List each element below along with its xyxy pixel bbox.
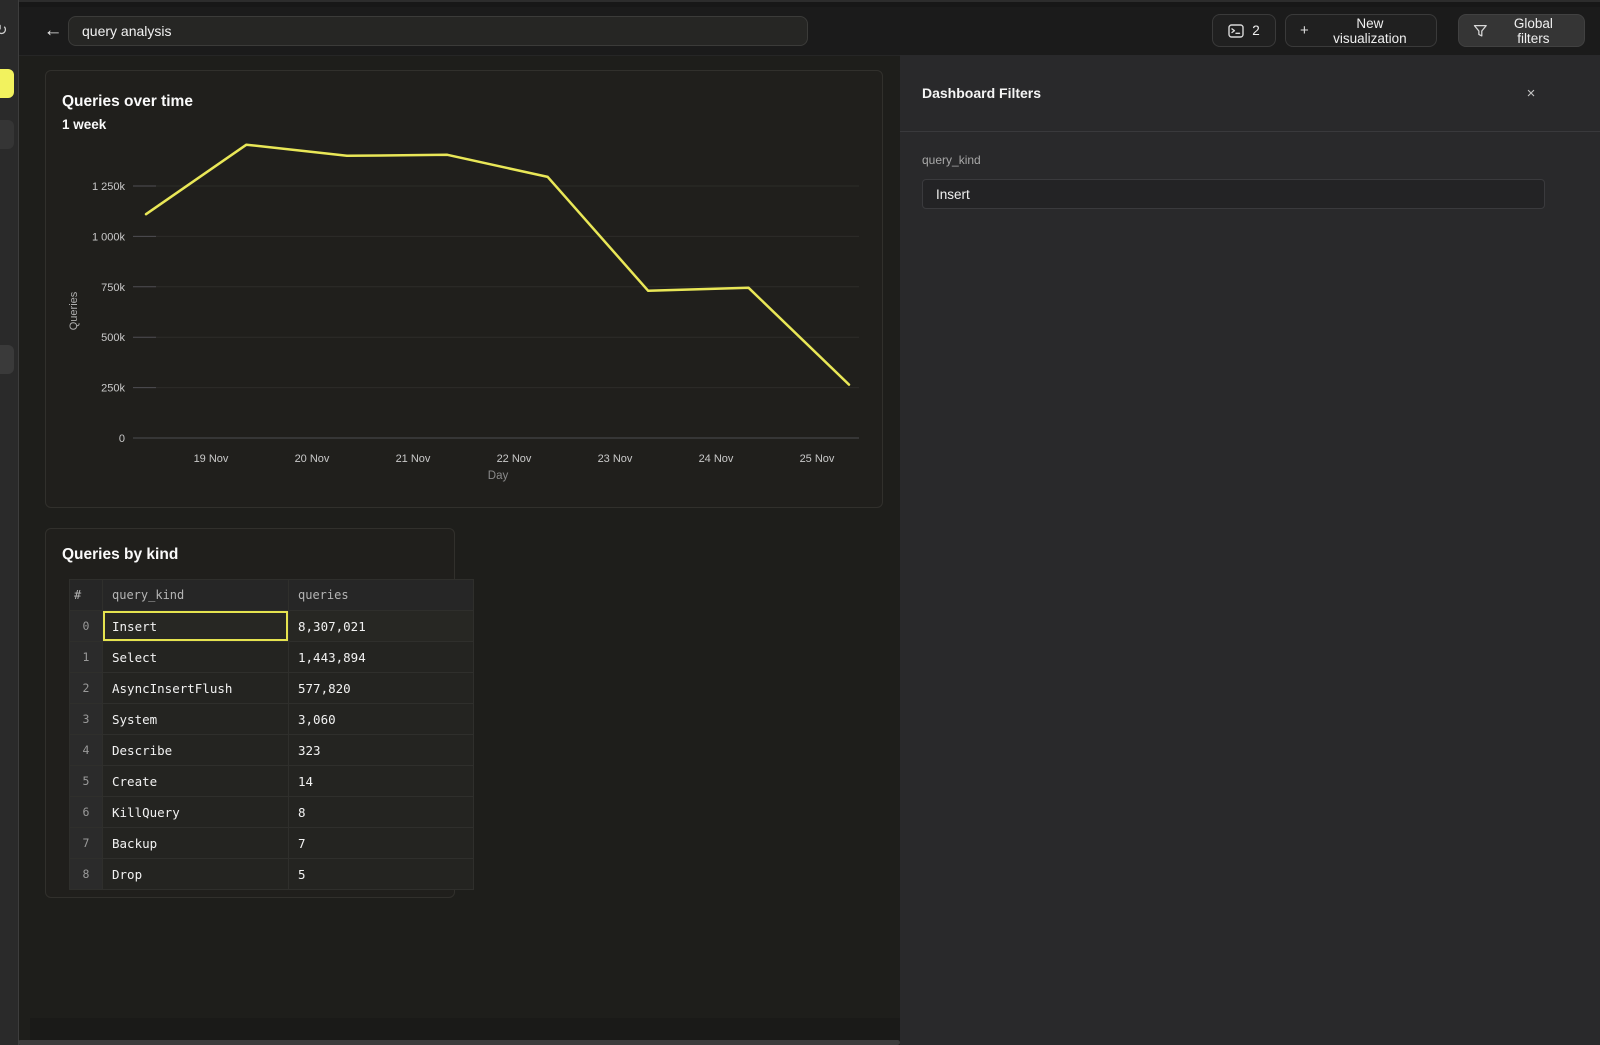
close-icon: × bbox=[1527, 85, 1536, 102]
row-index: 1 bbox=[70, 642, 103, 673]
table-mount: #query_kindqueries0Insert8,307,0211Selec… bbox=[69, 579, 474, 890]
cell-query-kind[interactable]: KillQuery bbox=[103, 797, 289, 828]
table-header-row: #query_kindqueries bbox=[70, 580, 474, 611]
sql-console-count-button[interactable]: 2 bbox=[1212, 14, 1276, 47]
y-axis-tick-label: 500k bbox=[101, 332, 125, 344]
queries-over-time-chart: 0 250k 500k 750k 1 000k 1 250k 19 Nov 20 Nov 21 … bbox=[46, 71, 882, 507]
x-axis-tick-label: 22 Nov bbox=[497, 453, 532, 465]
chart-card-queries-over-time: Queries over time 1 week 0250k500k750k1 … bbox=[45, 70, 883, 508]
y-axis-tick-label: 250k bbox=[101, 383, 125, 395]
table-card-queries-by-kind: Queries by kind #query_kindqueries0Inser… bbox=[45, 528, 455, 898]
table-row: 0Insert8,307,021 bbox=[70, 611, 474, 642]
global-filters-label: Global filters bbox=[1497, 16, 1570, 46]
console-icon bbox=[1228, 24, 1244, 38]
console-count: 2 bbox=[1252, 23, 1260, 38]
x-axis-tick-label: 25 Nov bbox=[800, 453, 835, 465]
cell-queries[interactable]: 7 bbox=[289, 828, 474, 859]
queries-by-kind-table: #query_kindqueries0Insert8,307,0211Selec… bbox=[69, 579, 474, 890]
new-visualization-label: New visualization bbox=[1318, 16, 1422, 46]
cell-query-kind[interactable]: System bbox=[103, 704, 289, 735]
sidebar-item[interactable] bbox=[0, 345, 14, 374]
global-filters-button[interactable]: Global filters bbox=[1458, 14, 1585, 47]
column-header-index: # bbox=[70, 580, 103, 611]
row-index: 7 bbox=[70, 828, 103, 859]
table-row: 4Describe323 bbox=[70, 735, 474, 766]
x-axis-title: Day bbox=[488, 470, 509, 482]
y-axis-tick-label: 0 bbox=[119, 433, 125, 445]
x-axis-tick-label: 20 Nov bbox=[295, 453, 330, 465]
new-visualization-button[interactable]: + New visualization bbox=[1285, 14, 1437, 47]
cell-query-kind[interactable]: Select bbox=[103, 642, 289, 673]
cell-query-kind[interactable]: AsyncInsertFlush bbox=[103, 673, 289, 704]
x-axis-tick-label: 19 Nov bbox=[194, 453, 229, 465]
column-header-queries: queries bbox=[289, 580, 474, 611]
cell-queries[interactable]: 1,443,894 bbox=[289, 642, 474, 673]
cell-query-kind[interactable]: Backup bbox=[103, 828, 289, 859]
row-index: 3 bbox=[70, 704, 103, 735]
cell-query-kind[interactable]: Drop bbox=[103, 859, 289, 890]
plus-icon: + bbox=[1300, 22, 1309, 39]
left-sidebar: ↻ bbox=[0, 0, 19, 1045]
back-arrow-icon: ← bbox=[44, 20, 63, 41]
table-row: 1Select1,443,894 bbox=[70, 642, 474, 673]
top-bar: ← 2 + New visualization Global filters bbox=[18, 7, 1600, 56]
y-axis-tick-label: 1 250k bbox=[92, 181, 126, 193]
cell-queries[interactable]: 8 bbox=[289, 797, 474, 828]
table-row: 5Create14 bbox=[70, 766, 474, 797]
cell-queries[interactable]: 3,060 bbox=[289, 704, 474, 735]
table-row: 8Drop5 bbox=[70, 859, 474, 890]
close-panel-button[interactable]: × bbox=[1520, 83, 1542, 105]
query-kind-filter-input[interactable] bbox=[922, 179, 1545, 209]
x-axis-tick-label: 24 Nov bbox=[699, 453, 734, 465]
table-row: 2AsyncInsertFlush577,820 bbox=[70, 673, 474, 704]
filters-panel-title: Dashboard Filters bbox=[922, 85, 1041, 101]
cell-queries[interactable]: 5 bbox=[289, 859, 474, 890]
table-row: 6KillQuery8 bbox=[70, 797, 474, 828]
cell-queries[interactable]: 577,820 bbox=[289, 673, 474, 704]
cell-queries[interactable]: 8,307,021 bbox=[289, 611, 474, 642]
table-row: 3System3,060 bbox=[70, 704, 474, 735]
y-axis-title: Queries bbox=[68, 291, 80, 330]
row-index: 0 bbox=[70, 611, 103, 642]
row-index: 2 bbox=[70, 673, 103, 704]
row-index: 5 bbox=[70, 766, 103, 797]
cell-query-kind[interactable]: Describe bbox=[103, 735, 289, 766]
row-index: 4 bbox=[70, 735, 103, 766]
row-index: 6 bbox=[70, 797, 103, 828]
filter-field-label: query_kind bbox=[922, 153, 981, 167]
y-axis-tick-label: 1 000k bbox=[92, 231, 126, 243]
horizontal-scrollbar[interactable] bbox=[18, 1040, 900, 1045]
series-line-queries[interactable] bbox=[146, 145, 849, 385]
cell-query-kind[interactable]: Insert bbox=[103, 611, 289, 642]
back-button[interactable]: ← bbox=[38, 16, 68, 46]
column-header-query_kind: query_kind bbox=[103, 580, 289, 611]
cell-queries[interactable]: 14 bbox=[289, 766, 474, 797]
refresh-icon[interactable]: ↻ bbox=[0, 21, 8, 39]
dashboard-filters-panel: Dashboard Filters × query_kind bbox=[900, 55, 1600, 1045]
next-card-partial bbox=[30, 1018, 900, 1040]
cell-query-kind[interactable]: Create bbox=[103, 766, 289, 797]
app-root: ↻ ← 2 + New visualization Global filters bbox=[0, 0, 1600, 1045]
panel-divider bbox=[900, 131, 1600, 132]
sidebar-item[interactable] bbox=[0, 120, 14, 149]
row-index: 8 bbox=[70, 859, 103, 890]
y-axis-tick-label: 750k bbox=[101, 282, 125, 294]
table-title: Queries by kind bbox=[62, 546, 178, 564]
x-axis-tick-label: 23 Nov bbox=[598, 453, 633, 465]
dashboard-title-input[interactable] bbox=[68, 16, 808, 46]
sidebar-item-active[interactable] bbox=[0, 69, 14, 98]
table-row: 7Backup7 bbox=[70, 828, 474, 859]
dashboard-canvas: Queries over time 1 week 0250k500k750k1 … bbox=[18, 55, 900, 1045]
x-axis-tick-label: 21 Nov bbox=[396, 453, 431, 465]
filter-funnel-icon bbox=[1473, 24, 1488, 38]
cell-queries[interactable]: 323 bbox=[289, 735, 474, 766]
